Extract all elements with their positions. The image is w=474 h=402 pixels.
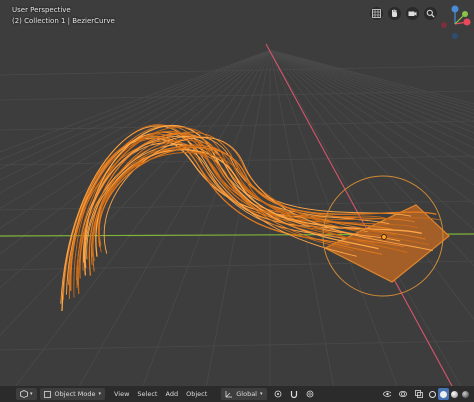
- shading-wireframe-button[interactable]: [427, 388, 438, 400]
- solid-icon: [440, 390, 447, 398]
- mode-selector[interactable]: Object Mode ▾: [39, 388, 105, 400]
- transform-orientation-dropdown[interactable]: Global ▾: [221, 388, 267, 400]
- hand-icon[interactable]: [388, 7, 401, 20]
- proportional-editing-toggle[interactable]: [302, 388, 318, 400]
- overlays-toggle[interactable]: [395, 388, 411, 400]
- snap-toggle[interactable]: [286, 388, 302, 400]
- xray-toggle[interactable]: [411, 388, 427, 400]
- shading-rendered-button[interactable]: [460, 388, 471, 400]
- camera-icon[interactable]: [406, 7, 419, 20]
- grid-line: [0, 340, 474, 351]
- proportional-icon: [306, 390, 314, 398]
- shading-solid-button[interactable]: [438, 388, 449, 400]
- 3d-viewport[interactable]: User Perspective (2) Collection 1 | Bezi…: [0, 0, 474, 402]
- neg-z-axis-handle[interactable]: [452, 33, 458, 39]
- grid-line: [0, 155, 474, 166]
- orientation-label: Global: [236, 390, 257, 398]
- scene-canvas[interactable]: [0, 0, 474, 402]
- x-axis-handle[interactable]: [463, 18, 471, 26]
- object-mode-icon: [44, 390, 52, 398]
- overlays-icon: [399, 390, 407, 398]
- orientation-icon: [225, 390, 233, 398]
- wireframe-icon: [429, 390, 436, 398]
- mode-label: Object Mode: [54, 390, 96, 398]
- editor-type-button[interactable]: ▾: [16, 388, 37, 400]
- menu-view[interactable]: View: [110, 388, 133, 400]
- neg-x-axis-handle[interactable]: [441, 22, 447, 28]
- pivot-point-button[interactable]: [270, 388, 286, 400]
- viewport-header: ▾ Object Mode ▾ View Select Add Object G…: [0, 386, 474, 402]
- chevron-down-icon: ▾: [30, 391, 33, 397]
- grid-icon[interactable]: [370, 7, 383, 20]
- zoom-icon[interactable]: [424, 7, 437, 20]
- object-origin[interactable]: [381, 234, 387, 240]
- z-axis-handle[interactable]: [451, 5, 459, 13]
- material-icon: [451, 390, 458, 398]
- magnet-icon: [290, 390, 298, 398]
- axis-gizmo[interactable]: [438, 4, 472, 44]
- view-name: User Perspective: [12, 6, 71, 14]
- y-axis-handle[interactable]: [462, 11, 468, 17]
- chevron-down-icon: ▾: [260, 391, 263, 397]
- shading-material-button[interactable]: [449, 388, 460, 400]
- grid-line: [0, 90, 474, 101]
- menu-select[interactable]: Select: [133, 388, 161, 400]
- hair-strand: [77, 130, 365, 294]
- xray-icon: [415, 390, 423, 398]
- pivot-icon: [274, 390, 282, 398]
- chevron-down-icon: ▾: [98, 391, 101, 397]
- menu-object[interactable]: Object: [182, 388, 211, 400]
- collection-label: (2) Collection 1 | BezierCurve: [12, 17, 115, 25]
- eye-icon: [383, 390, 391, 398]
- rendered-icon: [462, 390, 469, 398]
- navigation-controls: [370, 7, 437, 20]
- cube-icon: [20, 390, 28, 398]
- visibility-toggle[interactable]: [379, 388, 395, 400]
- menu-add[interactable]: Add: [161, 388, 182, 400]
